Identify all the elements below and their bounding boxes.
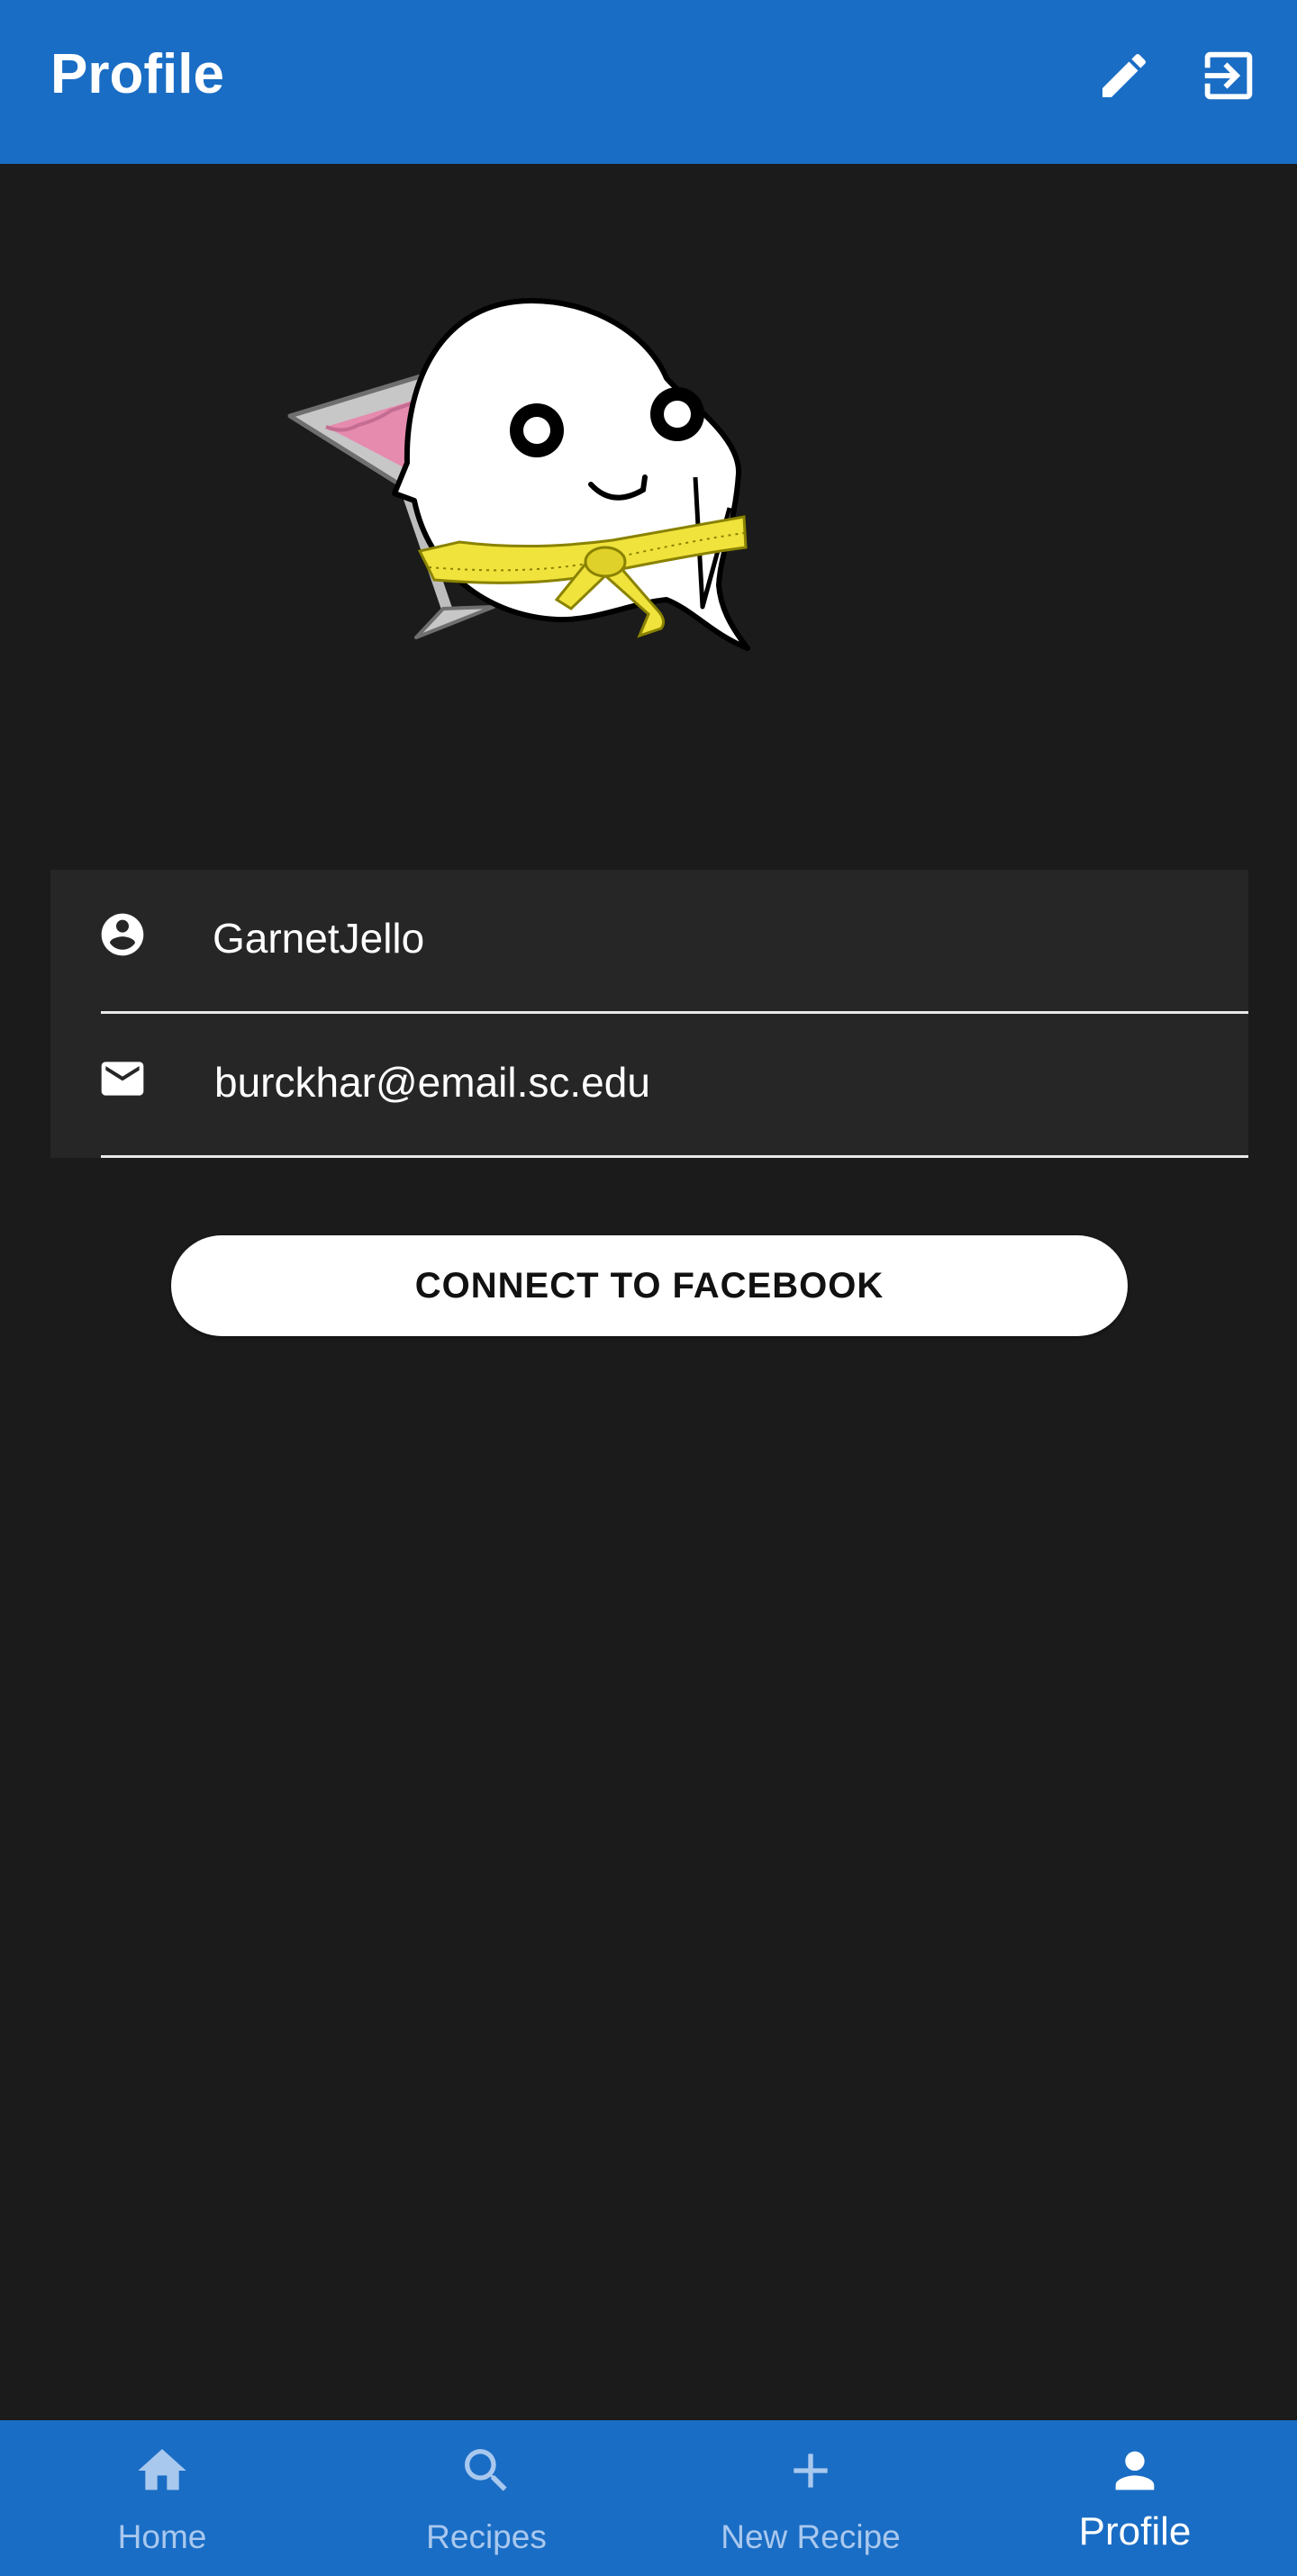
person-icon <box>1115 2451 1155 2490</box>
nav-label-profile: Profile <box>1078 2509 1192 2553</box>
email-field[interactable]: burckhar@email.sc.edu <box>50 1014 1248 1158</box>
edit-profile-button[interactable] <box>1088 40 1160 112</box>
nav-item-profile[interactable]: Profile <box>973 2420 1297 2576</box>
username-value: GarnetJello <box>213 915 425 962</box>
nav-label-recipes: Recipes <box>426 2518 547 2555</box>
search-icon <box>465 2449 507 2491</box>
home-icon <box>138 2449 186 2490</box>
page-title: Profile <box>50 43 224 105</box>
mail-icon <box>101 1062 144 1096</box>
bottom-nav: Home Recipes New Recipe Profile <box>0 2420 1297 2576</box>
email-value: burckhar@email.sc.edu <box>214 1059 650 1106</box>
pencil-icon <box>1102 53 1147 97</box>
nav-item-recipes[interactable]: Recipes <box>324 2420 648 2576</box>
nav-item-home[interactable]: Home <box>0 2420 324 2576</box>
nav-label-home: Home <box>117 2518 207 2555</box>
exit-icon <box>1204 51 1253 100</box>
profile-fields: GarnetJello burckhar@email.sc.edu <box>50 870 1248 1158</box>
logout-button[interactable] <box>1193 40 1265 112</box>
connect-facebook-button[interactable]: CONNECT TO FACEBOOK <box>171 1235 1128 1336</box>
profile-avatar <box>287 298 750 651</box>
email-underline <box>101 1155 1248 1158</box>
profile-content: GarnetJello burckhar@email.sc.edu CONNEC… <box>0 164 1297 2420</box>
account-circle-icon <box>101 913 144 956</box>
app-bar: Profile <box>0 0 1297 164</box>
plus-icon <box>794 2454 828 2488</box>
username-field[interactable]: GarnetJello <box>50 870 1248 1014</box>
nav-item-new-recipe[interactable]: New Recipe <box>648 2420 973 2576</box>
nav-label-new-recipe: New Recipe <box>721 2518 901 2555</box>
